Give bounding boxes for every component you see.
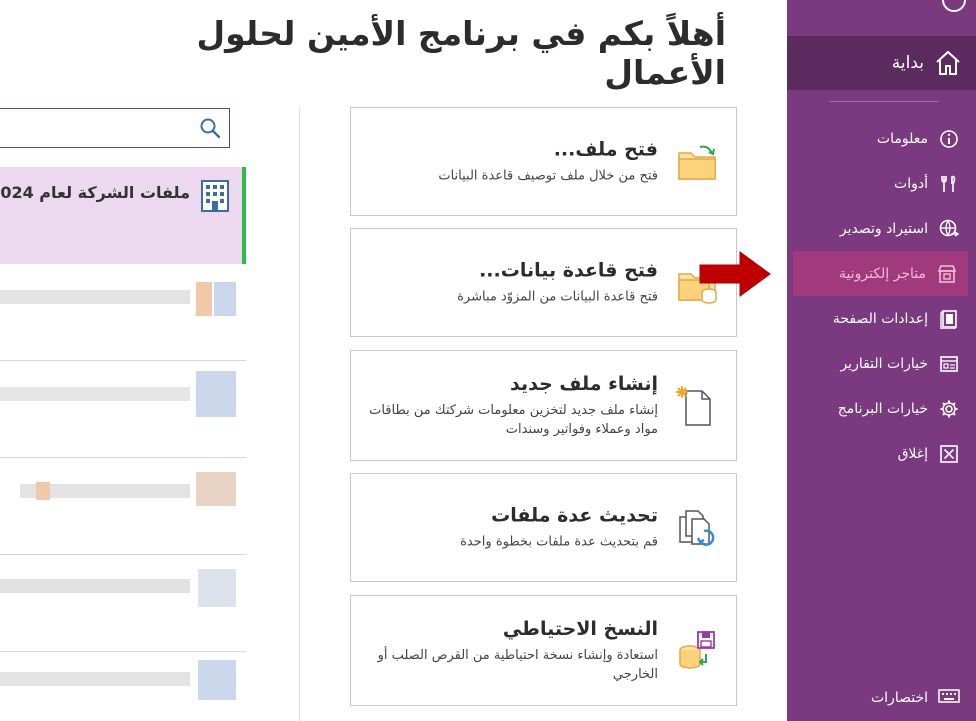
card-title: تحديث عدة ملفات (491, 504, 658, 526)
sidebar-menu: معلومات أدوات استيراد وتصدير متاجر إلكتر… (787, 116, 976, 476)
page-settings-icon (940, 309, 957, 329)
sidebar-item-label: متاجر إلكترونية (838, 265, 926, 282)
open-database-button[interactable]: فتح قاعدة بيانات... فتح قاعدة البيانات م… (350, 228, 737, 337)
card-description: قم بتحديث عدة ملفات بخطوة واحدة (460, 534, 658, 549)
sidebar-divider (829, 101, 939, 102)
open-file-button[interactable]: فتح ملف... فتح من خلال ملف توصيف قاعدة ا… (350, 107, 737, 216)
card-title: النسخ الاحتياطي (502, 617, 658, 640)
update-files-icon (679, 509, 715, 546)
card-title: فتح قاعدة بيانات... (479, 259, 658, 281)
open-folder-icon (678, 145, 716, 180)
recent-file-row[interactable] (0, 264, 246, 361)
import-export-icon (939, 219, 959, 237)
store-icon (937, 264, 957, 283)
new-file-button[interactable]: إنشاء ملف جديد إنشاء ملف جديد لتخزين معل… (350, 350, 737, 461)
sidebar-item-label: أدوات (894, 175, 928, 192)
sidebar-item-label: استيراد وتصدير (839, 220, 928, 237)
new-file-icon (676, 385, 711, 426)
card-title: فتح ملف... (553, 138, 658, 160)
sidebar-item-e-stores[interactable]: متاجر إلكترونية (793, 251, 968, 296)
tools-icon (941, 174, 956, 192)
update-files-button[interactable]: تحديث عدة ملفات قم بتحديث عدة ملفات بخطو… (350, 473, 737, 582)
home-icon (936, 50, 960, 75)
sidebar-item-label: إعدادات الصفحة (832, 310, 928, 327)
close-icon (940, 444, 958, 463)
recent-file-row[interactable] (0, 652, 246, 721)
backup-icon (679, 630, 715, 669)
recent-file-title: ملفات الشركة لعام 2024 (0, 183, 190, 202)
recent-file-selected[interactable]: ملفات الشركة لعام 2024 (0, 167, 246, 264)
sidebar-item-label: بداية (891, 53, 924, 73)
reports-icon (940, 355, 958, 372)
sidebar-item-info[interactable]: معلومات (787, 116, 976, 161)
sidebar-top (787, 0, 976, 36)
card-description: استعادة وإنشاء نسخة احتياطية من القرص ال… (377, 647, 658, 682)
sidebar-item-tools[interactable]: أدوات (787, 161, 976, 206)
sidebar-item-label: خيارات التقارير (840, 355, 928, 372)
sidebar-item-label: إغلاق (897, 445, 928, 462)
card-title: إنشاء ملف جديد (510, 372, 658, 395)
sidebar: بداية معلومات أدوات استيراد وتصدير متاجر… (787, 0, 976, 721)
card-description: فتح قاعدة البيانات من المزوّد مباشرة (457, 289, 658, 304)
recent-file-row[interactable] (0, 458, 246, 555)
sidebar-item-close[interactable]: إغلاق (787, 431, 976, 476)
recent-file-row[interactable] (0, 361, 246, 458)
page-title: أهلاً بكم في برنامج الأمين لحلول الأعمال (196, 14, 726, 92)
sidebar-item-label: معلومات (876, 130, 928, 147)
gear-icon (940, 400, 958, 417)
sidebar-item-shortcuts[interactable]: اختصارات (787, 675, 976, 721)
back-icon[interactable] (942, 0, 966, 12)
recent-file-row[interactable] (0, 555, 246, 652)
sidebar-item-page-settings[interactable]: إعدادات الصفحة (787, 296, 976, 341)
card-description: إنشاء ملف جديد لتخزين معلومات شركتك من ب… (369, 402, 658, 437)
sidebar-item-label: خيارات البرنامج (837, 400, 928, 417)
pointer-arrow-icon (699, 251, 771, 297)
sidebar-item-label: اختصارات (870, 690, 928, 706)
sidebar-item-report-options[interactable]: خيارات التقارير (787, 341, 976, 386)
panel-separator (299, 107, 300, 721)
building-icon (201, 180, 229, 212)
keyboard-icon (938, 689, 960, 703)
search-icon[interactable] (199, 117, 221, 139)
backup-button[interactable]: النسخ الاحتياطي استعادة وإنشاء نسخة احتي… (350, 595, 737, 706)
card-description: فتح من خلال ملف توصيف قاعدة البيانات (438, 168, 658, 183)
search-input[interactable] (0, 108, 230, 148)
sidebar-item-program-options[interactable]: خيارات البرنامج (787, 386, 976, 431)
sidebar-item-home[interactable]: بداية (787, 36, 976, 90)
sidebar-item-import-export[interactable]: استيراد وتصدير (787, 206, 976, 251)
info-icon (940, 129, 958, 148)
